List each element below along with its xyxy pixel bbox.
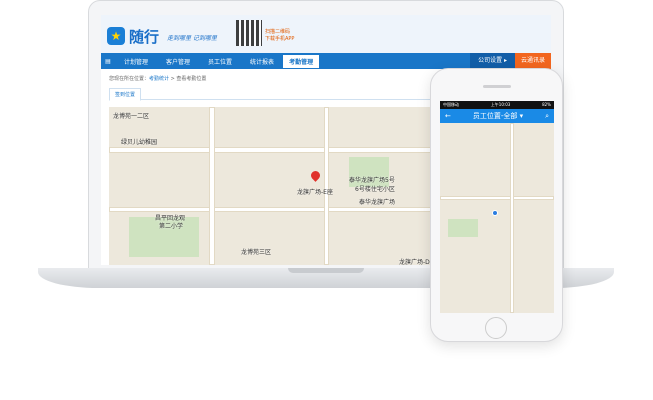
battery: 82% (542, 102, 551, 107)
qr-text: 扫描二维码 下载手机APP (265, 29, 294, 43)
phone-screen: 中国移动 上午10:03 82% ← 员工位置-全部 ▾ ⌕ (440, 101, 554, 313)
home-button[interactable] (485, 317, 507, 339)
map-label: 龙博苑一二区 (113, 113, 150, 120)
laptop-notch (288, 268, 364, 273)
nav-reports[interactable]: 统计报表 (241, 57, 283, 66)
nav-attendance[interactable]: 考勤管理 (283, 54, 320, 68)
logo-icon: ★ (107, 27, 125, 45)
breadcrumb-link[interactable]: 考勤统计 (149, 76, 169, 82)
status-bar: 中国移动 上午10:03 82% (440, 101, 554, 109)
search-icon[interactable]: ⌕ (545, 112, 549, 121)
clock: 上午10:03 (490, 102, 511, 107)
map-label: 龙博苑三区 (241, 249, 272, 256)
park-area (448, 219, 478, 237)
carrier: 中国移动 (443, 102, 459, 107)
map-label: 第二小学 (159, 223, 184, 230)
phone-title-bar: ← 员工位置-全部 ▾ ⌕ (440, 109, 554, 123)
menu-icon[interactable]: ▤ (101, 58, 115, 65)
nav-customer[interactable]: 客户管理 (157, 57, 199, 66)
current-location-icon (492, 210, 498, 216)
map-label: 6号楼住宅小区 (355, 186, 395, 193)
map-label: 泰华龙旗广场5号 (349, 177, 395, 184)
road (324, 107, 329, 265)
nav-plan[interactable]: 计划管理 (115, 57, 157, 66)
road (510, 123, 514, 313)
main-nav: ▤ 计划管理 客户管理 员工位置 统计报表 考勤管理 公司设置 ▸ 云通讯录 (101, 53, 551, 69)
site-header: ★ 随行 走到哪里 记到哪里 扫描二维码 下载手机APP (101, 15, 551, 53)
map-label: 绿贝儿幼稚园 (121, 139, 158, 146)
tab-checkin-location[interactable]: 签到位置 (109, 88, 142, 101)
company-settings-button[interactable]: 公司设置 ▸ (470, 53, 515, 69)
road (209, 107, 215, 265)
qr-code-icon (236, 20, 262, 46)
nav-staff-location[interactable]: 员工位置 (199, 57, 241, 66)
contacts-button[interactable]: 云通讯录 (515, 53, 551, 69)
phone-frame: 中国移动 上午10:03 82% ← 员工位置-全部 ▾ ⌕ (430, 68, 563, 342)
breadcrumb-current: > 查看考勤位置 (169, 76, 207, 82)
speaker (483, 85, 511, 88)
road (440, 196, 554, 200)
location-pin-icon[interactable] (309, 169, 322, 182)
map-label: 龙旗广场-E座 (297, 189, 333, 196)
phone-title[interactable]: 员工位置-全部 ▾ (473, 111, 523, 121)
qr-text-2: 下载手机APP (265, 36, 295, 42)
brand-name: 随行 (129, 28, 160, 46)
back-arrow-icon[interactable]: ← (445, 112, 451, 120)
slogan: 走到哪里 记到哪里 (167, 35, 217, 42)
map-label: 泰华龙旗广场 (359, 199, 396, 206)
breadcrumb-prefix: 您现在所在位置： (109, 76, 150, 82)
qr-text-1: 扫描二维码 (265, 29, 291, 35)
